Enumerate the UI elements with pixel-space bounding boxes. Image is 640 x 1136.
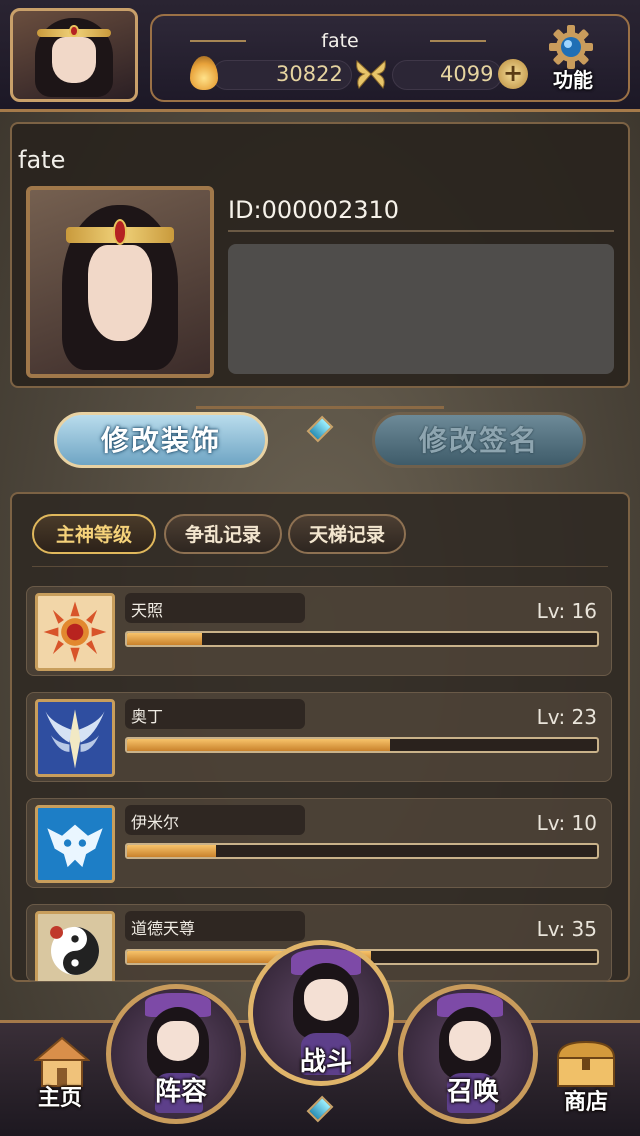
portrait-face bbox=[87, 245, 153, 341]
gold-amount: 30822 bbox=[276, 62, 343, 86]
treasure-chest-icon bbox=[556, 1040, 616, 1087]
nav-summon-label: 召唤 bbox=[446, 1077, 499, 1107]
plus-icon[interactable]: + bbox=[498, 59, 528, 89]
yin-yang-icon bbox=[35, 911, 115, 981]
edit-decoration-button[interactable]: 修改装饰 bbox=[54, 412, 268, 468]
player-avatar[interactable] bbox=[10, 8, 138, 102]
nav-battle[interactable]: 战斗 bbox=[248, 940, 394, 1086]
nav-battle-label: 战斗 bbox=[299, 1047, 352, 1077]
god-row[interactable]: 伊米尔 Lv: 10 bbox=[26, 798, 612, 888]
tab-ladder-records[interactable]: 天梯记录 bbox=[288, 514, 406, 554]
butterfly-icon bbox=[356, 60, 386, 89]
god-level: Lv: 23 bbox=[536, 705, 597, 729]
nav-shop-label: 商店 bbox=[563, 1090, 608, 1115]
edit-signature-button[interactable]: 修改签名 bbox=[372, 412, 586, 468]
nav-home[interactable]: 主页 bbox=[20, 1030, 100, 1130]
avatar-face bbox=[52, 37, 96, 84]
god-name: 道德天尊 bbox=[131, 919, 196, 938]
xp-bar bbox=[125, 843, 599, 859]
gem-amount: 4099 bbox=[440, 62, 494, 86]
nav-summon[interactable]: 召唤 bbox=[398, 984, 538, 1124]
tab-divider bbox=[32, 566, 608, 567]
god-level: Lv: 35 bbox=[536, 917, 597, 941]
ornament-divider bbox=[196, 406, 444, 409]
god-name: 奥丁 bbox=[131, 707, 164, 726]
tab-god-level[interactable]: 主神等级 bbox=[32, 514, 156, 554]
chibi-face bbox=[449, 1021, 491, 1061]
function-menu-label[interactable]: 功能 bbox=[548, 64, 598, 93]
chibi-face bbox=[304, 979, 348, 1021]
god-row[interactable]: 奥丁 Lv: 23 bbox=[26, 692, 612, 782]
xp-bar bbox=[125, 737, 599, 753]
chibi-face bbox=[157, 1021, 199, 1061]
id-divider bbox=[228, 230, 614, 232]
sun-icon bbox=[35, 593, 115, 671]
xp-bar bbox=[125, 631, 599, 647]
player-name: fate bbox=[321, 30, 359, 52]
god-name: 伊米尔 bbox=[131, 813, 180, 832]
xp-fill bbox=[127, 845, 217, 857]
nav-lineup[interactable]: 阵容 bbox=[106, 984, 246, 1124]
winged-spear-icon bbox=[35, 699, 115, 777]
xp-fill bbox=[127, 633, 203, 645]
profile-name: fate bbox=[18, 146, 66, 174]
xp-fill bbox=[127, 739, 391, 751]
god-row[interactable]: 天照 Lv: 16 bbox=[26, 586, 612, 676]
signature-box bbox=[228, 244, 614, 374]
frost-skull-icon bbox=[35, 805, 115, 883]
god-level: Lv: 16 bbox=[536, 599, 597, 623]
nav-home-label: 主页 bbox=[37, 1086, 82, 1111]
god-name: 天照 bbox=[131, 601, 164, 620]
god-level: Lv: 10 bbox=[536, 811, 597, 835]
nav-lineup-label: 阵容 bbox=[154, 1077, 207, 1107]
user-id: ID:000002310 bbox=[228, 196, 400, 224]
nav-shop[interactable]: 商店 bbox=[540, 1030, 632, 1130]
profile-portrait[interactable] bbox=[26, 186, 214, 378]
tab-battle-records[interactable]: 争乱记录 bbox=[164, 514, 282, 554]
